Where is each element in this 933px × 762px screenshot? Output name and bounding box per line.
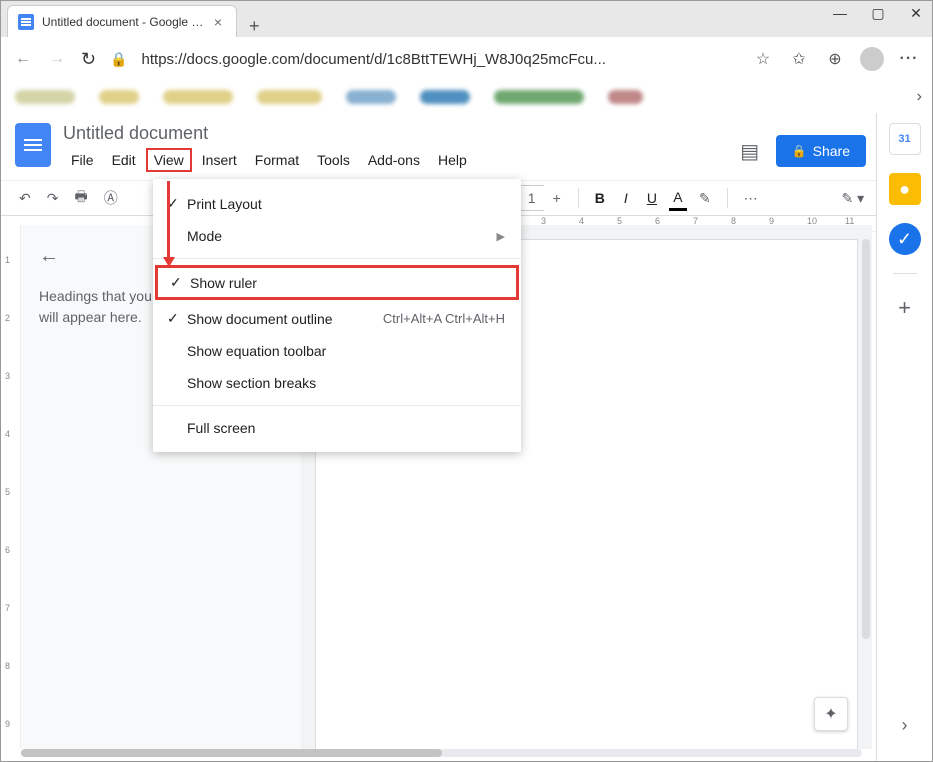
address-bar: ← → ↻ 🔒 https://docs.google.com/document… xyxy=(1,37,932,81)
menu-bar: File Edit View Insert Format Tools Add-o… xyxy=(63,148,475,172)
menu-file[interactable]: File xyxy=(63,148,102,172)
docs-logo-icon[interactable] xyxy=(15,123,51,167)
lock-icon: 🔒 xyxy=(792,144,807,158)
menu-help[interactable]: Help xyxy=(430,148,475,172)
menu-item-show-outline[interactable]: ✓ Show document outline Ctrl+Alt+A Ctrl+… xyxy=(153,302,521,335)
star-icon[interactable]: ☆ xyxy=(752,49,774,69)
vertical-ruler[interactable]: 123456789 xyxy=(1,225,21,749)
menu-divider xyxy=(153,405,521,406)
keep-icon[interactable]: ● xyxy=(889,173,921,205)
menu-item-print-layout[interactable]: ✓ Print Layout xyxy=(153,187,521,220)
side-panel-collapse-icon[interactable]: › xyxy=(889,709,921,741)
browser-menu-icon[interactable]: ··· xyxy=(898,50,920,68)
docs-header: Untitled document File Edit View Insert … xyxy=(1,113,932,172)
menu-divider xyxy=(153,258,521,259)
vertical-scrollbar[interactable] xyxy=(862,239,870,639)
zoom-value[interactable]: 1 xyxy=(520,185,544,211)
submenu-arrow-icon: ▶ xyxy=(497,230,505,243)
editing-mode-icon[interactable]: ✎ ▾ xyxy=(837,186,868,211)
zoom-in-button[interactable]: + xyxy=(548,186,566,210)
share-label: Share xyxy=(813,143,850,159)
menu-edit[interactable]: Edit xyxy=(104,148,144,172)
close-window-icon[interactable]: ✕ xyxy=(906,5,926,22)
bookmark-item[interactable] xyxy=(99,90,139,104)
view-menu-dropdown: ✓ Print Layout Mode ▶ ✓ Show ruler ✓ Sho… xyxy=(153,179,521,452)
tab-bar: Untitled document - Google Doc × + — ▢ ✕ xyxy=(1,1,932,37)
check-icon: ✓ xyxy=(170,274,190,291)
minimize-icon[interactable]: — xyxy=(830,5,850,22)
menu-item-show-section[interactable]: Show section breaks xyxy=(153,367,521,399)
menu-tools[interactable]: Tools xyxy=(309,148,358,172)
bold-button[interactable]: B xyxy=(591,186,609,210)
side-panel: 31 ● ✓ + › xyxy=(876,113,932,761)
bookmark-item[interactable] xyxy=(420,90,470,104)
url-field[interactable]: https://docs.google.com/document/d/1c8Bt… xyxy=(142,51,738,68)
check-icon: ✓ xyxy=(167,310,187,327)
maximize-icon[interactable]: ▢ xyxy=(868,5,888,22)
print-icon[interactable]: 🖶 xyxy=(70,182,91,214)
menu-format[interactable]: Format xyxy=(247,148,307,172)
shortcut-label: Ctrl+Alt+A Ctrl+Alt+H xyxy=(383,311,505,326)
bookmark-item[interactable] xyxy=(608,90,643,104)
lock-icon[interactable]: 🔒 xyxy=(110,51,127,68)
docs-favicon-icon xyxy=(18,14,34,30)
favorites-icon[interactable]: ✩ xyxy=(788,49,810,69)
back-icon[interactable]: ← xyxy=(13,50,33,68)
share-button[interactable]: 🔒 Share xyxy=(776,135,866,167)
menu-addons[interactable]: Add-ons xyxy=(360,148,428,172)
highlight-button[interactable]: ✎ xyxy=(695,186,715,211)
bookmark-item[interactable] xyxy=(163,90,233,104)
menu-insert[interactable]: Insert xyxy=(194,148,245,172)
bookmarks-overflow-icon[interactable]: › xyxy=(917,88,922,106)
browser-chrome: Untitled document - Google Doc × + — ▢ ✕… xyxy=(1,1,932,81)
menu-view[interactable]: View xyxy=(146,148,192,172)
redo-icon[interactable]: ↷ xyxy=(43,186,63,211)
explore-button[interactable]: ✦ xyxy=(814,697,848,731)
add-addon-icon[interactable]: + xyxy=(889,292,921,324)
forward-icon[interactable]: → xyxy=(47,50,67,68)
window-controls: — ▢ ✕ xyxy=(830,5,926,22)
underline-button[interactable]: U xyxy=(643,186,661,210)
profile-avatar-icon[interactable] xyxy=(860,47,884,71)
undo-icon[interactable]: ↶ xyxy=(15,186,35,211)
menu-item-full-screen[interactable]: Full screen xyxy=(153,412,521,444)
document-title[interactable]: Untitled document xyxy=(63,123,475,144)
menu-item-show-equation[interactable]: Show equation toolbar xyxy=(153,335,521,367)
spellcheck-icon[interactable]: Ⓐ xyxy=(100,184,122,212)
bookmark-item[interactable] xyxy=(346,90,396,104)
toolbar-more-icon[interactable]: ⋯ xyxy=(740,186,762,211)
horizontal-scrollbar[interactable] xyxy=(21,749,862,757)
menu-item-mode[interactable]: Mode ▶ xyxy=(153,220,521,252)
refresh-icon[interactable]: ↻ xyxy=(81,49,96,70)
annotation-arrow-icon xyxy=(167,181,179,267)
tasks-icon[interactable]: ✓ xyxy=(889,223,921,255)
tab-close-icon[interactable]: × xyxy=(210,14,226,30)
new-tab-button[interactable]: + xyxy=(237,16,272,37)
comments-icon[interactable]: ▤ xyxy=(738,139,762,163)
text-color-button[interactable]: A xyxy=(669,186,687,211)
browser-tab[interactable]: Untitled document - Google Doc × xyxy=(7,5,237,37)
italic-button[interactable]: I xyxy=(617,186,635,210)
tab-title: Untitled document - Google Doc xyxy=(42,15,210,29)
collections-icon[interactable]: ⊕ xyxy=(824,49,846,69)
bookmarks-bar: › xyxy=(1,81,932,113)
menu-item-show-ruler[interactable]: ✓ Show ruler xyxy=(155,265,519,300)
scroll-thumb[interactable] xyxy=(21,749,442,757)
bookmark-item[interactable] xyxy=(494,90,584,104)
bookmark-item[interactable] xyxy=(257,90,322,104)
calendar-icon[interactable]: 31 xyxy=(889,123,921,155)
bookmark-item[interactable] xyxy=(15,90,75,104)
